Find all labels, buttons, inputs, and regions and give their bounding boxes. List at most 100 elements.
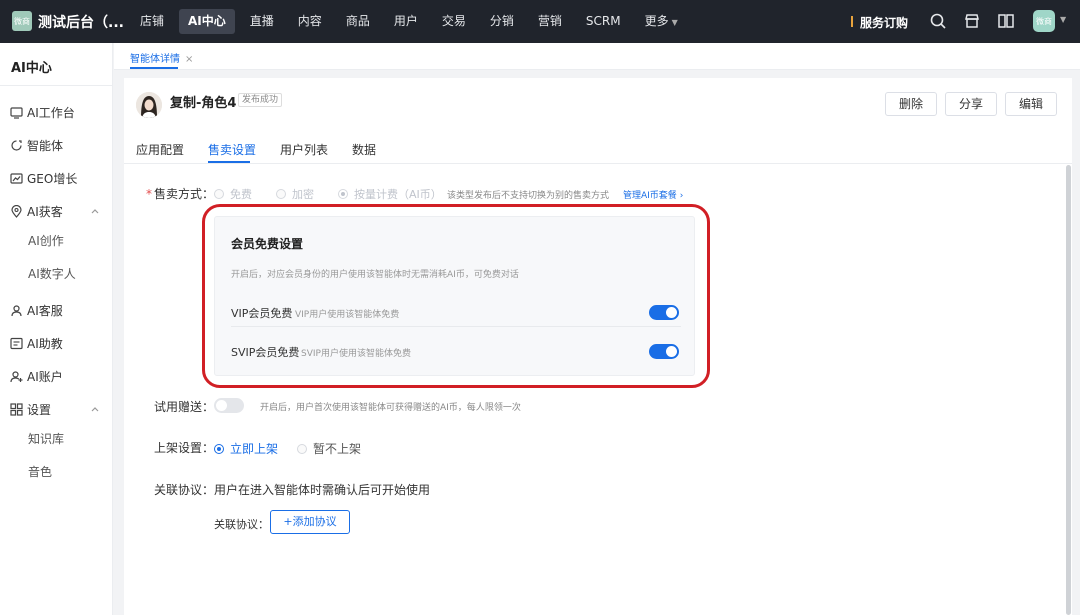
agent-name: 复制-角色4 <box>170 96 237 111</box>
service-subscribe-link[interactable]: 服务订购 <box>860 14 908 31</box>
book-icon[interactable] <box>997 12 1015 30</box>
manage-link-label: 管理AI币套餐 <box>623 191 677 201</box>
listing-option-later[interactable]: 暂不上架 <box>297 440 361 457</box>
sale-method-hint: 该类型发布后不支持切换为别的售卖方式 <box>447 191 610 201</box>
nav-item-live[interactable]: 直播 <box>241 9 283 34</box>
nav-item-scrm[interactable]: SCRM <box>577 9 630 34</box>
sale-option-encrypted[interactable]: 加密 <box>276 186 314 202</box>
listing-label: 上架设置： <box>154 441 215 455</box>
tab-sale-settings[interactable]: 售卖设置 <box>208 141 256 158</box>
radio-label: 加密 <box>292 188 314 201</box>
sidebar-item-ai-service[interactable]: AI客服 <box>10 300 63 320</box>
nav-item-ai-center[interactable]: AI中心 <box>179 9 235 34</box>
agent-icon <box>11 139 22 151</box>
sidebar-subitem-knowledge-base[interactable]: 知识库 <box>28 430 64 447</box>
listing-option-now[interactable]: 立即上架 <box>214 440 278 457</box>
agreement-label: 关联协议： <box>154 483 215 497</box>
sidebar-item-ai-account[interactable]: AI账户 <box>10 366 63 386</box>
trial-label: 试用赠送： <box>154 400 215 414</box>
manage-ai-coin-link[interactable]: 管理AI币套餐 › <box>623 188 683 201</box>
close-icon[interactable]: × <box>185 54 193 65</box>
radio-circle <box>214 189 224 199</box>
sale-method-label: * 售卖方式： <box>146 185 214 202</box>
user-avatar[interactable]: 微商 <box>1033 10 1055 32</box>
sidebar-item-label: GEO增长 <box>27 171 78 186</box>
scrollbar[interactable] <box>1066 165 1071 615</box>
radio-circle <box>338 189 348 199</box>
radio-label: 暂不上架 <box>313 442 362 456</box>
sidebar-item-ai-tutor[interactable]: AI助教 <box>10 333 63 353</box>
chevron-up-icon[interactable] <box>90 404 100 414</box>
tab-user-list[interactable]: 用户列表 <box>280 141 328 158</box>
add-agreement-button[interactable]: +添加协议 <box>270 510 350 534</box>
sidebar-item-agents[interactable]: 智能体 <box>10 135 63 155</box>
sidebar-item-geo-growth[interactable]: GEO增长 <box>10 168 77 188</box>
nav-item-store[interactable]: 店铺 <box>131 9 173 34</box>
agent-avatar <box>136 92 162 118</box>
edit-button[interactable]: 编辑 <box>1005 92 1057 116</box>
sidebar-item-label: AI获客 <box>27 204 63 219</box>
page-tab-strip: 智能体详情 × <box>114 43 1080 70</box>
radio-circle <box>214 443 224 454</box>
sidebar-subitem-ai-digital-human[interactable]: AI数字人 <box>28 265 76 282</box>
sidebar-subitem-ai-create[interactable]: AI创作 <box>28 232 64 249</box>
sidebar-item-label: 设置 <box>27 402 52 417</box>
nav-item-content[interactable]: 内容 <box>289 9 331 34</box>
share-button[interactable]: 分享 <box>945 92 997 116</box>
sidebar-subitem-voice[interactable]: 音色 <box>28 463 52 480</box>
radio-circle <box>297 443 307 454</box>
search-icon[interactable] <box>929 12 947 30</box>
chevron-down-icon: ▼ <box>671 18 678 27</box>
top-bar: 微商 测试后台（... 店铺 AI中心 直播 内容 商品 用户 交易 分销 营销… <box>0 0 1080 43</box>
location-icon <box>11 204 22 218</box>
app-title[interactable]: 测试后台（... <box>38 12 124 32</box>
sidebar: AI中心 AI工作台 智能体 GEO增长 AI获客 AI创作 AI数字人 AI客… <box>0 43 113 615</box>
content-tabs: 应用配置 售卖设置 用户列表 数据 <box>124 130 1072 164</box>
portrait-icon <box>136 92 162 118</box>
delete-button[interactable]: 删除 <box>885 92 937 116</box>
nav-item-users[interactable]: 用户 <box>385 9 427 34</box>
agreement-text: 用户在进入智能体时需确认后可开始使用 <box>214 483 431 497</box>
user-icon <box>11 304 22 316</box>
sidebar-header: AI中心 <box>11 61 52 76</box>
highlight-annotation <box>202 204 710 388</box>
store-icon[interactable] <box>963 12 981 30</box>
nav-more-label: 更多 <box>644 14 669 28</box>
trial-toggle[interactable] <box>214 398 244 413</box>
nav-item-products[interactable]: 商品 <box>337 9 379 34</box>
chevron-down-icon[interactable]: ▼ <box>1060 15 1066 24</box>
sidebar-item-label: AI客服 <box>27 303 63 318</box>
sidebar-item-label: AI账户 <box>27 369 63 384</box>
chart-icon <box>10 172 23 184</box>
radio-label: 立即上架 <box>230 442 279 456</box>
sale-option-free[interactable]: 免费 <box>214 186 252 202</box>
tab-app-config[interactable]: 应用配置 <box>136 141 184 158</box>
required-mark: * <box>146 187 152 201</box>
divider <box>0 85 113 86</box>
trial-hint: 开启后，用户首次使用该智能体可获得赠送的AI币，每人限领一次 <box>260 403 521 413</box>
board-icon <box>10 337 23 349</box>
settings-icon <box>10 402 23 416</box>
tab-data[interactable]: 数据 <box>352 141 376 158</box>
subscribe-marker <box>851 16 853 27</box>
account-icon <box>10 370 23 382</box>
nav-item-distribution[interactable]: 分销 <box>481 9 523 34</box>
status-badge: 发布成功 <box>238 93 283 107</box>
chevron-up-icon[interactable] <box>90 206 100 216</box>
sidebar-item-ai-acquire[interactable]: AI获客 <box>10 201 63 221</box>
sidebar-item-ai-workbench[interactable]: AI工作台 <box>10 102 75 122</box>
page-tab-agent-detail[interactable]: 智能体详情 × <box>130 50 193 65</box>
nav-item-marketing[interactable]: 营销 <box>529 9 571 34</box>
sidebar-item-settings[interactable]: 设置 <box>10 399 51 419</box>
sidebar-item-label: AI工作台 <box>27 105 75 120</box>
sale-option-pay-per-use[interactable]: 按量计费（AI币） <box>338 186 442 202</box>
radio-label: 免费 <box>230 188 252 201</box>
app-logo[interactable]: 微商 <box>12 11 32 31</box>
chevron-right-icon: › <box>679 191 684 201</box>
page-tab-label: 智能体详情 <box>130 54 180 65</box>
agreement-sub-label: 关联协议： <box>214 518 269 531</box>
nav-item-more[interactable]: 更多 ▼ <box>636 9 687 34</box>
sidebar-item-label: 智能体 <box>27 138 64 153</box>
nav-item-trade[interactable]: 交易 <box>433 9 475 34</box>
active-tab-indicator <box>130 67 178 69</box>
